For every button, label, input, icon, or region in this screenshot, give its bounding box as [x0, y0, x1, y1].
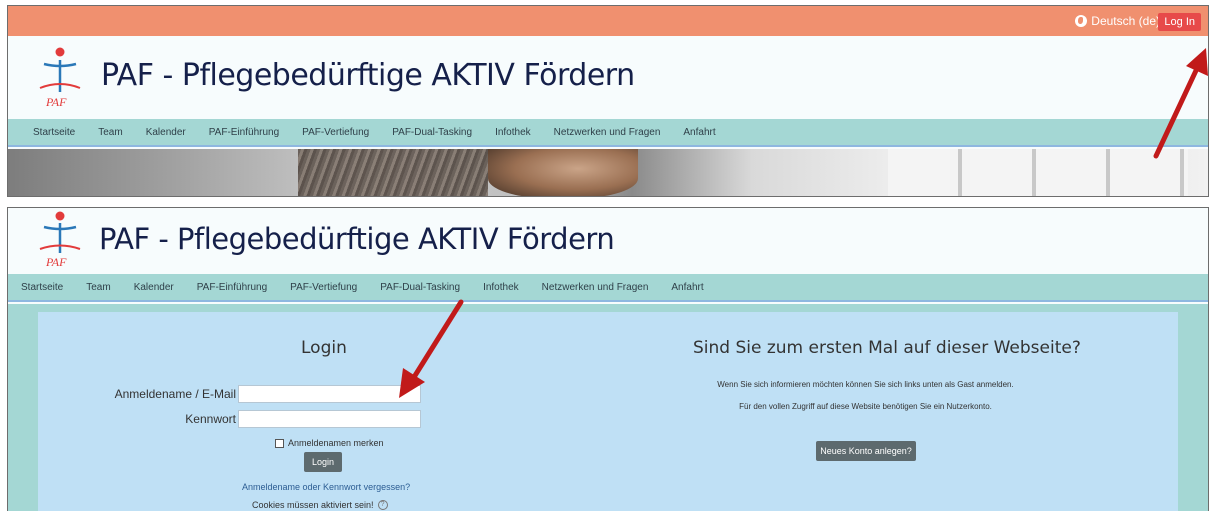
- nav-item-vertiefung[interactable]: PAF-Vertiefung: [302, 127, 369, 138]
- nav-item-einfuehrung[interactable]: PAF-Einführung: [197, 282, 267, 293]
- nav-item-netzwerken[interactable]: Netzwerken und Fragen: [542, 282, 649, 293]
- nav-item-vertiefung[interactable]: PAF-Vertiefung: [290, 282, 357, 293]
- account-info-text: Für den vollen Zugriff auf diese Website…: [739, 402, 992, 411]
- nav-item-startseite[interactable]: Startseite: [21, 282, 63, 293]
- forgot-password-link[interactable]: Anmeldename oder Kennwort vergessen?: [242, 482, 410, 492]
- cookies-note-text: Cookies müssen aktiviert sein!: [252, 500, 374, 510]
- site-title[interactable]: PAF - Pflegebedürftige AKTIV Fördern: [99, 222, 615, 256]
- login-box: Login Anmeldename / E-Mail Kennwort Anme…: [38, 312, 1178, 511]
- paf-logo[interactable]: PAF: [36, 46, 92, 112]
- nav-item-infothek[interactable]: Infothek: [495, 127, 531, 138]
- nav-item-anfahrt[interactable]: Anfahrt: [671, 282, 703, 293]
- nav-item-anfahrt[interactable]: Anfahrt: [683, 127, 715, 138]
- remember-checkbox[interactable]: [275, 438, 284, 448]
- logo-text: PAF: [45, 255, 67, 269]
- site-header: PAF PAF - Pflegebedürftige AKTIV Fördern: [8, 208, 1208, 274]
- guest-info-text: Wenn Sie sich informieren möchten können…: [717, 380, 1014, 389]
- password-label: Kennwort: [185, 412, 236, 426]
- username-label: Anmeldename / E-Mail: [114, 387, 236, 401]
- password-input[interactable]: [238, 410, 421, 428]
- cookies-note: Cookies müssen aktiviert sein! ?: [252, 500, 388, 510]
- photo-window: [888, 149, 1188, 196]
- main-nav: Startseite Team Kalender PAF-Einführung …: [8, 119, 1208, 147]
- nav-item-team[interactable]: Team: [98, 127, 122, 138]
- help-icon[interactable]: ?: [377, 500, 388, 510]
- paf-logo[interactable]: PAF: [36, 210, 92, 272]
- globe-icon: [1075, 15, 1088, 27]
- language-label: Deutsch (de): [1091, 14, 1160, 28]
- login-button[interactable]: Login: [304, 452, 342, 472]
- photo-hair: [298, 149, 488, 196]
- logo-text: PAF: [45, 95, 67, 109]
- new-account-button[interactable]: Neues Konto anlegen?: [816, 441, 916, 461]
- login-link[interactable]: Log In: [1158, 13, 1201, 31]
- site-header: PAF PAF - Pflegebedürftige AKTIV Fördern: [8, 36, 1208, 119]
- language-selector[interactable]: Deutsch (de): [1075, 14, 1160, 28]
- login-content: Login Anmeldename / E-Mail Kennwort Anme…: [8, 304, 1208, 511]
- nav-item-dual-tasking[interactable]: PAF-Dual-Tasking: [380, 282, 460, 293]
- nav-item-dual-tasking[interactable]: PAF-Dual-Tasking: [392, 127, 472, 138]
- top-bar: Deutsch (de) Log In: [8, 6, 1208, 36]
- nav-item-netzwerken[interactable]: Netzwerken und Fragen: [554, 127, 661, 138]
- login-heading: Login: [301, 338, 347, 358]
- username-input[interactable]: [238, 385, 421, 403]
- screenshot-landing: Deutsch (de) Log In PAF PAF - Pflegebedü…: [7, 5, 1209, 197]
- remember-label: Anmeldenamen merken: [288, 438, 384, 448]
- photo-face: [488, 149, 638, 196]
- site-title[interactable]: PAF - Pflegebedürftige AKTIV Fördern: [101, 58, 635, 93]
- screenshot-login: PAF PAF - Pflegebedürftige AKTIV Fördern…: [7, 207, 1209, 511]
- nav-item-kalender[interactable]: Kalender: [146, 127, 186, 138]
- nav-item-startseite[interactable]: Startseite: [33, 127, 75, 138]
- nav-item-infothek[interactable]: Infothek: [483, 282, 519, 293]
- nav-item-kalender[interactable]: Kalender: [134, 282, 174, 293]
- nav-item-einfuehrung[interactable]: PAF-Einführung: [209, 127, 279, 138]
- hero-photo: [8, 149, 1208, 196]
- main-nav: Startseite Team Kalender PAF-Einführung …: [8, 274, 1208, 302]
- nav-item-team[interactable]: Team: [86, 282, 110, 293]
- guest-heading: Sind Sie zum ersten Mal auf dieser Webse…: [693, 338, 1081, 358]
- remember-username[interactable]: Anmeldenamen merken: [275, 438, 384, 448]
